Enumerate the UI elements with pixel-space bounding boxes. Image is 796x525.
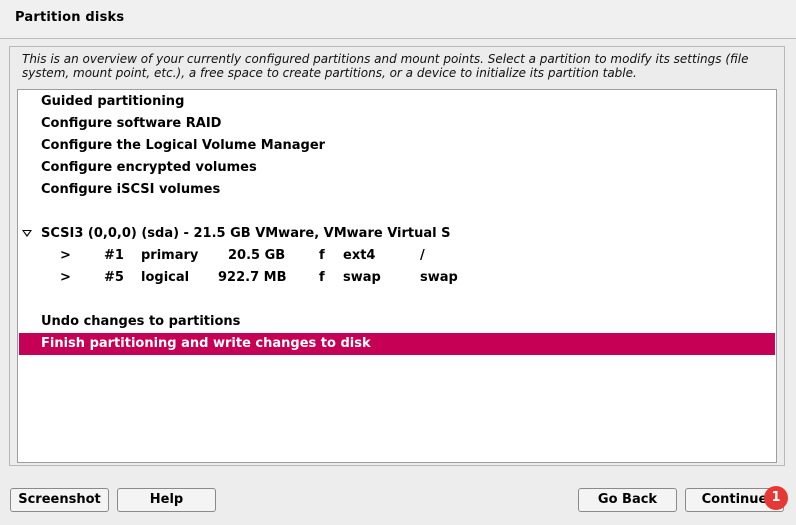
description-text: This is an overview of your currently co… xyxy=(22,52,749,80)
partition-filesystem: swap xyxy=(343,270,381,285)
list-item-lvm[interactable]: Configure the Logical Volume Manager xyxy=(19,135,775,157)
partition-type: logical xyxy=(141,270,190,285)
partition-type: primary xyxy=(141,248,199,263)
title-bar: Partition disks xyxy=(0,0,796,39)
disk-row[interactable]: SCSI3 (0,0,0) (sda) - 21.5 GB VMware, VM… xyxy=(19,223,775,245)
list-item-label: Finish partitioning and write changes to… xyxy=(41,336,371,351)
list-item-software-raid[interactable]: Configure software RAID xyxy=(19,113,775,135)
screenshot-button[interactable]: Screenshot xyxy=(10,488,109,512)
list-item-label: Configure software RAID xyxy=(41,116,222,131)
list-item-label: Undo changes to partitions xyxy=(41,314,241,329)
help-button[interactable]: Help xyxy=(117,488,216,512)
partition-mount-point: / xyxy=(420,248,425,263)
page-title: Partition disks xyxy=(15,10,125,25)
partition-arrow: > xyxy=(60,270,71,285)
partition-filesystem: ext4 xyxy=(343,248,376,263)
list-item-label: Guided partitioning xyxy=(41,94,185,109)
partition-number: #5 xyxy=(104,270,124,285)
partition-size: 20.5 GB xyxy=(228,248,286,263)
list-item-guided-partitioning[interactable]: Guided partitioning xyxy=(19,91,775,113)
partition-number: #1 xyxy=(104,248,124,263)
list-item-finish-partitioning[interactable]: Finish partitioning and write changes to… xyxy=(19,333,775,355)
partition-mount-point: swap xyxy=(420,270,458,285)
partition-row[interactable]: > #5 logical 922.7 MB f swap swap xyxy=(19,267,775,289)
partition-list[interactable]: Guided partitioning Configure software R… xyxy=(17,89,777,463)
list-item-label: Configure the Logical Volume Manager xyxy=(41,138,326,153)
list-item-undo-changes[interactable]: Undo changes to partitions xyxy=(19,311,775,333)
partition-row[interactable]: > #1 primary 20.5 GB f ext4 / xyxy=(19,245,775,267)
partition-arrow: > xyxy=(60,248,71,263)
notification-badge: 1 xyxy=(764,486,788,510)
go-back-button[interactable]: Go Back xyxy=(578,488,677,512)
disk-label: SCSI3 (0,0,0) (sda) - 21.5 GB VMware, VM… xyxy=(41,226,451,241)
expander-triangle-icon[interactable] xyxy=(22,230,32,237)
partition-format-flag: f xyxy=(319,270,325,285)
list-item-iscsi-volumes[interactable]: Configure iSCSI volumes xyxy=(19,179,775,201)
list-item-label: Configure iSCSI volumes xyxy=(41,182,221,197)
partition-size: 922.7 MB xyxy=(218,270,287,285)
list-item-encrypted-volumes[interactable]: Configure encrypted volumes xyxy=(19,157,775,179)
partition-format-flag: f xyxy=(319,248,325,263)
list-item-label: Configure encrypted volumes xyxy=(41,160,257,175)
